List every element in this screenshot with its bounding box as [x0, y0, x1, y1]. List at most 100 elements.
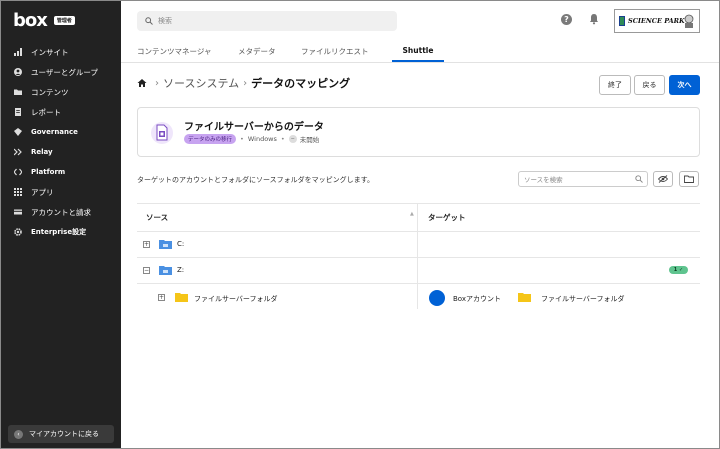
- sidebar-item-label: アカウントと請求: [31, 207, 91, 217]
- sidebar-item-apps[interactable]: アプリ: [1, 182, 121, 202]
- drive-folder-icon: [159, 266, 172, 275]
- logo-row: box 管理者: [13, 10, 75, 31]
- sort-caret-icon[interactable]: ▲: [410, 211, 414, 217]
- card-title: ファイルサーバーからのデータ: [184, 122, 324, 133]
- expand-button[interactable]: +: [158, 294, 165, 301]
- sidebar-item-label: Enterprise設定: [31, 228, 87, 236]
- meta-separator: •: [280, 135, 285, 143]
- sidebar-item-label: レポート: [31, 107, 61, 117]
- back-arrow-icon: ‹: [14, 429, 23, 439]
- breadcrumb-parent[interactable]: ソースシステム: [163, 75, 239, 91]
- file-server-icon: [151, 122, 173, 144]
- source-folder-label[interactable]: Z:: [177, 266, 184, 274]
- row-divider: [137, 231, 700, 232]
- mapping-description: ターゲットのアカウントとフォルダにソースフォルダをマッピングします。: [137, 176, 374, 184]
- next-button[interactable]: 次へ: [669, 75, 700, 95]
- breadcrumb: › ソースシステム › データのマッピング: [137, 75, 350, 91]
- drive-folder-icon: [159, 240, 172, 249]
- org-emblem-icon: [684, 14, 694, 28]
- sidebar-item-label: Platform: [31, 168, 66, 176]
- end-button[interactable]: 終了: [599, 75, 631, 95]
- collapse-button[interactable]: −: [143, 267, 150, 274]
- row-divider: [137, 283, 700, 284]
- folder-icon: [518, 293, 531, 302]
- column-header-target: ターゲット: [428, 213, 466, 222]
- chevron-right-icon: ›: [155, 77, 159, 89]
- my-account-button[interactable]: ‹ マイアカウントに戻る: [8, 425, 114, 443]
- sidebar-item-platform[interactable]: Platform: [1, 162, 121, 182]
- admin-badge: 管理者: [53, 16, 75, 25]
- billing-icon: [14, 208, 22, 216]
- tab-content-manager[interactable]: コンテンツマネージャ: [137, 42, 238, 62]
- box-logo[interactable]: box: [13, 10, 48, 31]
- sidebar-nav: インサイト ユーザーとグループ コンテンツ レポート Governance Re…: [1, 42, 121, 242]
- breadcrumb-current: データのマッピング: [251, 77, 351, 90]
- table-top-border: [137, 203, 700, 204]
- relay-icon: [14, 148, 22, 156]
- meta-separator: •: [240, 135, 244, 143]
- tab-file-request[interactable]: ファイルリクエスト: [301, 42, 392, 62]
- sidebar-item-reports[interactable]: レポート: [1, 102, 121, 122]
- source-folder-label[interactable]: C:: [177, 240, 184, 248]
- sidebar-item-label: アプリ: [31, 187, 54, 197]
- source-folder-label[interactable]: ファイルサーバーフォルダ: [194, 294, 278, 304]
- search-placeholder: 検索: [158, 17, 172, 25]
- platform-label: Windows: [247, 135, 277, 143]
- org-logo[interactable]: SCIENCE PARK: [614, 9, 700, 33]
- tab-bar: コンテンツマネージャ メタデータ ファイルリクエスト Shuttle: [137, 42, 444, 62]
- bar-chart-icon: [14, 48, 22, 56]
- sidebar-item-label: コンテンツ: [31, 87, 69, 97]
- folder-icon: [175, 293, 188, 302]
- sidebar: box 管理者 インサイト ユーザーとグループ コンテンツ レポート Gover…: [1, 1, 121, 448]
- mapped-count-badge: 1 ✓: [669, 266, 688, 274]
- box-account-avatar: [429, 290, 445, 306]
- home-icon[interactable]: [137, 78, 147, 88]
- help-icon[interactable]: ?: [561, 14, 572, 25]
- platform-icon: [14, 168, 22, 176]
- source-search-input[interactable]: ソースを検索: [518, 171, 648, 187]
- sidebar-item-users[interactable]: ユーザーとグループ: [1, 62, 121, 82]
- source-search-placeholder: ソースを検索: [524, 176, 563, 184]
- back-button[interactable]: 戻る: [634, 75, 665, 95]
- sidebar-item-label: ユーザーとグループ: [31, 67, 98, 77]
- sidebar-item-relay[interactable]: Relay: [1, 142, 121, 162]
- org-logo-text: SCIENCE PARK: [628, 17, 685, 25]
- sidebar-item-insights[interactable]: インサイト: [1, 42, 121, 62]
- expand-button[interactable]: +: [143, 241, 150, 248]
- tab-divider: [121, 62, 719, 63]
- migration-type-badge: データのみの移行: [184, 134, 237, 144]
- folder-outline-icon: [684, 175, 694, 183]
- users-icon: [14, 68, 22, 76]
- column-header-source[interactable]: ソース: [146, 212, 168, 223]
- tab-metadata[interactable]: メタデータ: [238, 42, 301, 62]
- sidebar-item-billing[interactable]: アカウントと請求: [1, 202, 121, 222]
- bell-icon[interactable]: [588, 13, 600, 25]
- search-icon: [635, 175, 643, 183]
- report-icon: [14, 108, 22, 116]
- sidebar-item-label: インサイト: [31, 47, 69, 57]
- sidebar-item-content[interactable]: コンテンツ: [1, 82, 121, 102]
- org-logo-mark-icon: [619, 16, 625, 26]
- sidebar-item-governance[interactable]: Governance: [1, 122, 121, 142]
- target-account-label[interactable]: Boxアカウント: [453, 294, 501, 304]
- target-folder-label[interactable]: ファイルサーバーフォルダ: [541, 294, 625, 304]
- governance-icon: [14, 128, 22, 136]
- sidebar-item-label: Relay: [31, 148, 53, 156]
- status-label: 未開始: [299, 136, 320, 144]
- apps-grid-icon: [14, 188, 22, 196]
- eye-slash-icon: [658, 175, 668, 183]
- sidebar-item-enterprise-settings[interactable]: Enterprise設定: [1, 222, 121, 242]
- search-input[interactable]: 検索: [137, 11, 397, 31]
- search-icon: [145, 17, 153, 25]
- row-divider: [137, 257, 700, 258]
- folder-button[interactable]: [679, 171, 699, 187]
- hide-toggle-button[interactable]: [653, 171, 673, 187]
- sidebar-item-label: Governance: [31, 128, 78, 136]
- gear-icon: [14, 228, 22, 236]
- my-account-label: マイアカウントに戻る: [29, 430, 99, 438]
- card-meta: データのみの移行 • Windows • − 未開始: [184, 134, 319, 144]
- tab-shuttle[interactable]: Shuttle: [392, 42, 444, 62]
- chevron-right-icon: ›: [243, 77, 248, 89]
- status-minus-icon: −: [288, 135, 297, 143]
- migration-card: ファイルサーバーからのデータ データのみの移行 • Windows • − 未開…: [137, 107, 700, 157]
